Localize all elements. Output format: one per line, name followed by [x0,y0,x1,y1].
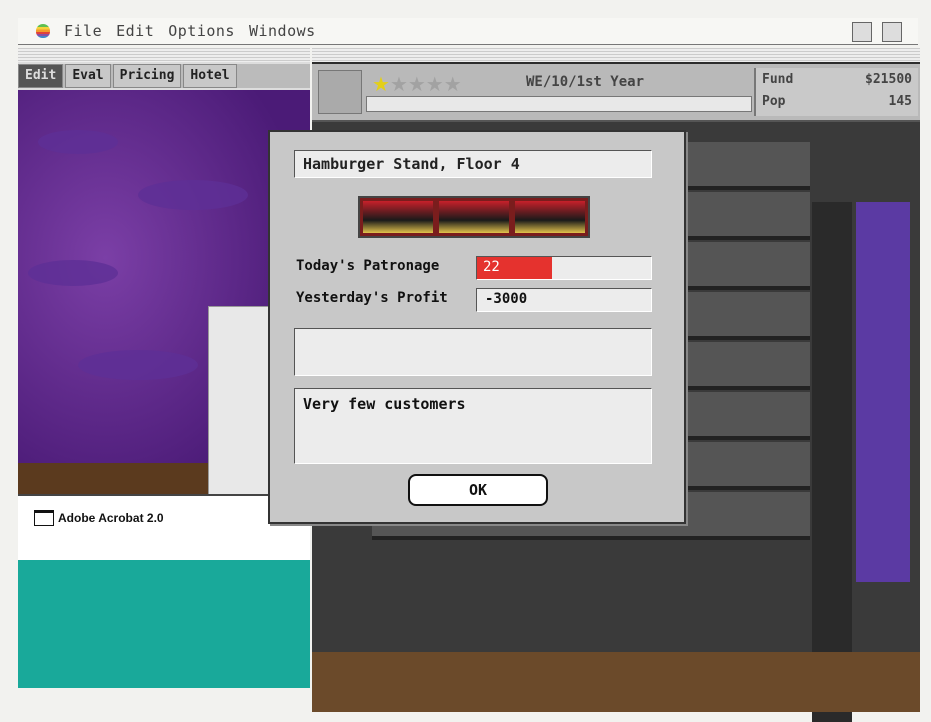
fund-pop-box: Fund $21500 Pop 145 [754,68,918,116]
facility-thumbnail [515,201,585,233]
apple-menu-icon[interactable] [36,24,50,38]
profit-field: -3000 [476,288,652,312]
facility-image [358,196,590,238]
cloud [38,130,118,154]
profit-value: -3000 [485,291,528,307]
menubar-right-icons [852,22,902,42]
cloud [28,260,118,286]
folder-icon [34,510,54,526]
left-window: Edit Eval Pricing Hotel Adobe Acrobat 2.… [18,48,310,688]
message-text: Very few customers [303,395,466,413]
time-progress-bar [366,96,752,112]
pop-value: 145 [888,94,912,109]
date-display: WE/10/1st Year [526,74,645,90]
elevator-shaft[interactable] [812,202,852,722]
tower-window-titlebar[interactable] [312,48,920,62]
facility-thumbnail [439,201,509,233]
left-window-tabs: Edit Eval Pricing Hotel [18,64,310,88]
menu-bar: File Edit Options Windows [18,18,918,45]
fund-value: $21500 [865,72,912,87]
tab-edit[interactable]: Edit [18,64,64,88]
cloud [138,180,248,210]
info-bar: ★★★★★ WE/10/1st Year Fund $21500 Pop 145 [312,64,920,122]
menu-edit[interactable]: Edit [116,22,154,40]
profit-label: Yesterday's Profit [296,290,448,306]
tool-palette[interactable] [208,306,270,526]
facility-info-dialog: Hamburger Stand, Floor 4 Today's Patrona… [268,130,686,524]
folder-label: Adobe Acrobat 2.0 [58,511,164,525]
facility-name-field: Hamburger Stand, Floor 4 [294,150,652,178]
menu-options[interactable]: Options [168,22,235,40]
application-menu-icon[interactable] [882,22,902,42]
fund-label: Fund [762,72,794,87]
tab-eval[interactable]: Eval [65,64,111,88]
menu-windows[interactable]: Windows [249,22,316,40]
patronage-bar: 22 [476,256,652,280]
folder-item[interactable]: Adobe Acrobat 2.0 [34,510,164,526]
finder-pane [18,494,310,560]
stairway[interactable] [856,202,910,582]
help-icon[interactable] [852,22,872,42]
left-window-titlebar[interactable] [18,48,310,62]
menu-file[interactable]: File [64,22,102,40]
tab-hotel[interactable]: Hotel [183,64,237,88]
tab-pricing[interactable]: Pricing [112,64,182,88]
empty-info-field [294,328,652,376]
facility-name: Hamburger Stand, Floor 4 [303,155,520,173]
crane-icon[interactable] [318,70,362,114]
patronage-value: 22 [483,259,500,275]
cloud [78,350,198,380]
patronage-label: Today's Patronage [296,258,440,274]
facility-thumbnail [363,201,433,233]
ok-button[interactable]: OK [408,474,548,506]
message-field: Very few customers [294,388,652,464]
underground [312,652,920,712]
desktop-background [18,560,310,688]
pop-label: Pop [762,94,786,109]
star-rating: ★★★★★ [372,72,462,96]
